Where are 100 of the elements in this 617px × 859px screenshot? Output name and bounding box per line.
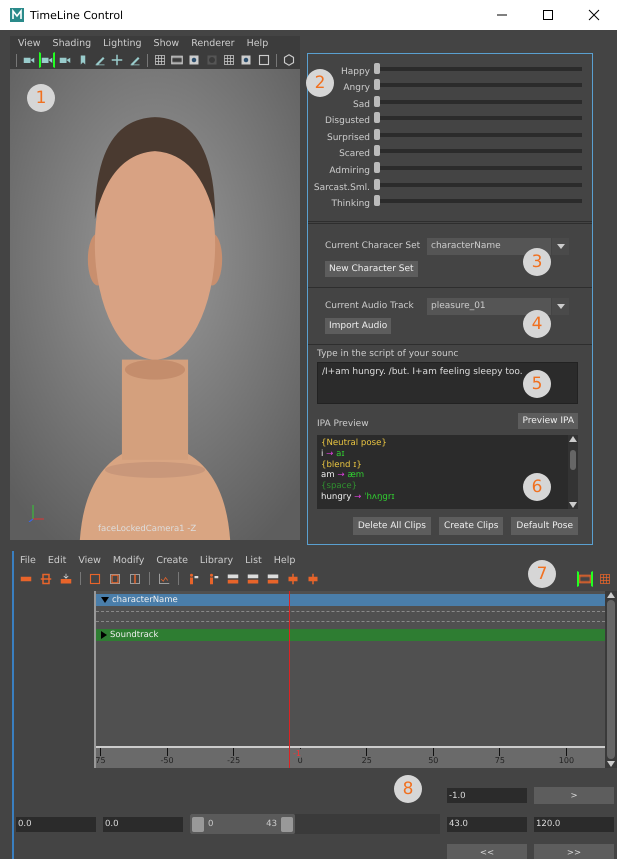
slider-thumb[interactable] — [374, 145, 380, 156]
new-set-button[interactable]: New Character Set — [325, 260, 418, 277]
cube-icon — [282, 54, 295, 66]
current-frame-label: -1 — [293, 749, 301, 758]
chart-icon — [158, 572, 170, 585]
slider-thumb[interactable] — [374, 162, 380, 174]
track-header[interactable]: characterName — [96, 594, 605, 606]
toolbar-button[interactable] — [110, 52, 124, 68]
caret-icon — [556, 304, 564, 309]
scroll-down-icon[interactable] — [607, 761, 615, 768]
number-badge: 8 — [394, 775, 422, 803]
dropdown[interactable]: pleasure_01 — [427, 298, 569, 315]
menu-item[interactable]: Show — [154, 38, 180, 49]
toolbar-button[interactable] — [256, 52, 271, 68]
slider-thumb[interactable] — [374, 62, 380, 74]
min-time-field[interactable]: 0.0 — [103, 816, 183, 832]
range-handle[interactable] — [192, 816, 204, 832]
menu-item[interactable]: List — [245, 555, 262, 566]
range-end-label: 43 — [266, 819, 277, 829]
action-button[interactable]: Create Clips — [438, 516, 504, 535]
square-icon — [89, 572, 101, 585]
slider-thumb[interactable] — [374, 112, 380, 124]
expander-icon[interactable] — [101, 630, 107, 639]
maximize-icon — [542, 9, 554, 21]
tick-label: 25 — [362, 756, 372, 765]
split-square-icon — [129, 572, 141, 585]
number-badge: 7 — [528, 560, 556, 588]
tick-label: 75 — [95, 756, 106, 765]
step-forward-button[interactable]: > — [534, 787, 614, 804]
figure-icon — [207, 572, 219, 585]
dropdown[interactable]: characterName — [427, 238, 569, 255]
expander-icon[interactable] — [101, 596, 109, 603]
grid-icon — [154, 54, 166, 66]
menu-item[interactable]: Help — [274, 555, 296, 566]
slider-thumb[interactable] — [374, 79, 380, 90]
action-button[interactable]: Default Pose — [511, 516, 578, 535]
slider-label: Admiring — [329, 166, 370, 176]
grid-icon — [599, 572, 611, 585]
slider-label: Thinking — [331, 199, 370, 210]
view-button[interactable] — [577, 570, 593, 587]
ipa-line: hungry → ˈhʌŋgrɪ — [321, 492, 395, 504]
field-label: IPA Preview — [317, 418, 370, 429]
range-handle[interactable] — [281, 816, 293, 832]
window-title: TimeLine Control — [30, 8, 124, 22]
range-slider[interactable]: 0 43 — [190, 814, 440, 834]
field-label: Current Characer Set — [325, 241, 422, 252]
dot-square-icon — [188, 54, 200, 66]
menu-item[interactable]: Renderer — [191, 38, 235, 49]
tick-label: 50 — [428, 756, 438, 765]
end-time-field[interactable]: 43.0 — [447, 816, 527, 832]
menu-item[interactable]: Modify — [112, 555, 144, 566]
pen-icon — [94, 54, 106, 66]
menu-item[interactable]: Help — [246, 38, 268, 49]
current-time-field[interactable]: -1.0 — [447, 788, 527, 803]
back-button[interactable]: << — [447, 844, 527, 859]
menu-item[interactable]: View — [18, 38, 41, 49]
menu-item[interactable]: View — [78, 555, 101, 566]
slider-label: Disgusted — [324, 116, 370, 126]
tick-label: -50 — [160, 756, 174, 765]
slider-thumb[interactable] — [374, 96, 380, 107]
menu-item[interactable]: Library — [200, 555, 234, 566]
slider-label: Sad — [353, 100, 370, 110]
track-header[interactable]: Soundtrack — [96, 628, 605, 641]
action-button[interactable]: Delete All Clips — [352, 516, 431, 535]
tray-icon — [60, 572, 72, 585]
start-time-field[interactable]: 0.0 — [16, 816, 96, 832]
menu-item[interactable]: Lighting — [103, 38, 142, 49]
scroll-thumb[interactable] — [607, 600, 615, 759]
scroll-thumb[interactable] — [570, 450, 576, 470]
scroll-up-icon[interactable] — [569, 434, 577, 442]
move-icon — [111, 54, 124, 66]
scroll-down-icon[interactable] — [569, 502, 577, 509]
slider-thumb[interactable] — [374, 195, 380, 206]
menu-item[interactable]: Create — [156, 555, 188, 566]
menu-item[interactable]: File — [20, 555, 36, 566]
grid-icon — [223, 54, 236, 66]
toolbar-button[interactable] — [152, 52, 167, 68]
menu-item[interactable]: Shading — [52, 38, 92, 49]
square-icon — [258, 54, 270, 66]
slider-thumb[interactable] — [374, 178, 380, 190]
toolbar-button[interactable] — [222, 52, 236, 68]
number-badge: 2 — [306, 69, 334, 97]
field-label: Current Audio Track — [325, 301, 415, 312]
slider-thumb[interactable] — [374, 128, 380, 140]
app-logo-icon — [10, 8, 24, 22]
import-button[interactable]: Import Audio — [325, 318, 392, 334]
toolbar-button[interactable] — [282, 52, 296, 68]
close-icon — [588, 9, 600, 21]
menu-item[interactable]: Edit — [48, 555, 66, 566]
max-time-field[interactable]: 120.0 — [534, 816, 614, 832]
field-label: Type in the script of your sounc — [317, 348, 458, 359]
scrollbar[interactable] — [568, 434, 578, 509]
pen-icon — [128, 54, 141, 66]
preview-button[interactable]: Preview IPA — [518, 412, 578, 429]
range-start-label: 0 — [208, 819, 214, 829]
ipa-line: {Neutral pose} — [321, 438, 387, 449]
axis-icon — [28, 502, 46, 522]
forward-button[interactable]: >> — [534, 844, 614, 859]
scrollbar[interactable] — [605, 590, 617, 768]
figure-icon — [187, 572, 199, 585]
